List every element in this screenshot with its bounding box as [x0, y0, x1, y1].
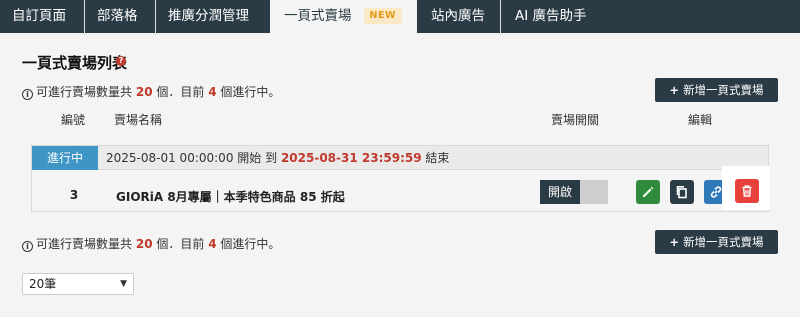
- row-status-bar: 進行中 2025-08-01 00:00:00 開始 到 2025-08-31 …: [32, 146, 768, 170]
- new-badge: NEW: [363, 8, 402, 24]
- row-id: 3: [69, 188, 79, 202]
- summary-text-bottom: i 可進行賣場數量共 20 個．目前 4 個進行中。: [22, 235, 280, 252]
- summary-prefix: 可進行賣場數量共: [36, 237, 133, 251]
- period-end-label: 結束: [425, 151, 450, 165]
- header-id: 編號: [61, 113, 86, 127]
- toggle-track: [580, 180, 608, 204]
- period-end: 2025-08-31 23:59:59: [280, 151, 422, 165]
- link-icon: [710, 186, 722, 198]
- summary-suffix: 個進行中。: [220, 85, 281, 99]
- table-row: 進行中 2025-08-01 00:00:00 開始 到 2025-08-31 …: [31, 145, 769, 212]
- per-page-value: 20筆: [29, 277, 57, 291]
- summary-total: 20: [135, 85, 153, 99]
- per-page-select[interactable]: 20筆 ▼: [22, 273, 134, 295]
- copy-icon: [676, 186, 687, 199]
- page-title: 一頁式賣場列表: [22, 54, 128, 72]
- summary-middle: 個．目前: [156, 85, 205, 99]
- status-badge: 進行中: [32, 146, 98, 170]
- nav-item-ai-ads[interactable]: AI 廣告助手: [515, 0, 587, 33]
- summary-total: 20: [135, 237, 153, 251]
- header-edit: 編輯: [688, 113, 713, 127]
- store-toggle[interactable]: 開啟: [540, 180, 608, 204]
- summary-prefix: 可進行賣場數量共: [36, 85, 133, 99]
- period-start-label: 開始 到: [237, 151, 278, 165]
- row-period: 2025-08-01 00:00:00 開始 到 2025-08-31 23:5…: [106, 146, 449, 170]
- nav-item-custom-pages[interactable]: 自訂頁面: [12, 0, 66, 33]
- info-circle-icon: i: [22, 241, 33, 252]
- nav-divider: [155, 0, 156, 33]
- nav-divider: [84, 0, 85, 33]
- nav-item-affiliate[interactable]: 推廣分潤管理: [168, 0, 249, 33]
- top-nav: 自訂頁面 部落格 推廣分潤管理 一頁式賣場 NEW 站內廣告 AI 廣告助手: [0, 0, 800, 33]
- toggle-label: 開啟: [540, 180, 580, 204]
- summary-text: i 可進行賣場數量共 20 個．目前 4 個進行中。: [22, 83, 280, 100]
- chevron-down-icon: ▼: [120, 279, 127, 289]
- copy-button[interactable]: [670, 180, 694, 204]
- add-button-label: 新增一頁式賣場: [683, 235, 764, 249]
- add-button-label: 新增一頁式賣場: [683, 83, 764, 97]
- row-name[interactable]: GIORiA 8月專屬｜本季特色商品 85 折起: [116, 188, 345, 205]
- nav-divider: [500, 0, 501, 33]
- header-toggle: 賣場開關: [551, 113, 600, 127]
- add-one-page-store-button[interactable]: + 新增一頁式賣場: [655, 78, 778, 102]
- plus-icon: +: [669, 83, 680, 97]
- header-name: 賣場名稱: [114, 113, 163, 127]
- trash-icon: [742, 185, 752, 197]
- summary-suffix: 個進行中。: [220, 237, 281, 251]
- summary-middle: 個．目前: [156, 237, 205, 251]
- nav-item-blog[interactable]: 部落格: [97, 0, 138, 33]
- delete-button[interactable]: [735, 179, 759, 203]
- question-circle-icon[interactable]: ?: [116, 56, 126, 66]
- info-circle-icon: i: [22, 89, 33, 100]
- nav-item-label: 一頁式賣場: [284, 8, 352, 24]
- nav-item-site-ads[interactable]: 站內廣告: [431, 0, 485, 33]
- period-start: 2025-08-01 00:00:00: [106, 151, 234, 165]
- edit-button[interactable]: [636, 180, 660, 204]
- summary-current: 4: [208, 237, 217, 251]
- main-panel: 一頁式賣場列表 ? i 可進行賣場數量共 20 個．目前 4 個進行中。 + 新增一…: [0, 33, 800, 317]
- nav-item-one-page-store[interactable]: 一頁式賣場 NEW: [270, 0, 417, 33]
- pencil-icon: [643, 186, 654, 197]
- summary-current: 4: [208, 85, 217, 99]
- plus-icon: +: [669, 235, 680, 249]
- add-one-page-store-button-bottom[interactable]: + 新增一頁式賣場: [655, 230, 778, 254]
